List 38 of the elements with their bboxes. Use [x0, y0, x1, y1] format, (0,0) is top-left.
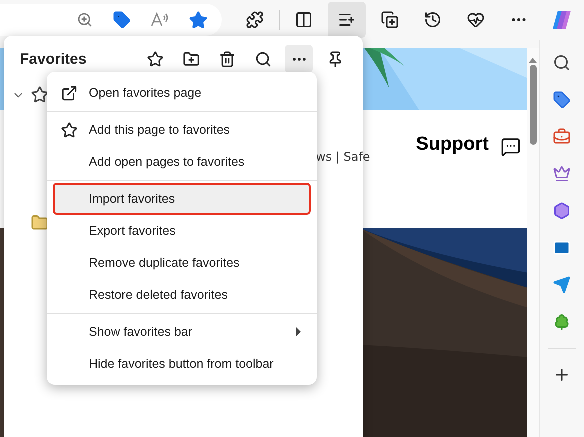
- collections-icon[interactable]: [381, 11, 399, 29]
- star-add-icon: [61, 122, 78, 138]
- history-icon[interactable]: [424, 11, 442, 29]
- tag-button[interactable]: [551, 89, 573, 111]
- copilot-icon[interactable]: [551, 9, 573, 31]
- menu-item[interactable]: Add this page to favorites: [53, 114, 311, 146]
- open-external-icon: [61, 84, 78, 102]
- tag-icon[interactable]: [113, 11, 131, 29]
- heart-pulse-icon[interactable]: [467, 11, 485, 29]
- menu-item[interactable]: Remove duplicate favorites: [53, 247, 311, 279]
- folder-icon: [31, 214, 49, 232]
- read-aloud-icon[interactable]: [151, 12, 169, 28]
- menu-item[interactable]: Show favorites bar: [53, 316, 311, 348]
- menu-item[interactable]: Open favorites page: [53, 77, 311, 109]
- star-icon[interactable]: [146, 50, 164, 68]
- zoom-icon[interactable]: [77, 12, 93, 28]
- support-heading: Support: [416, 134, 489, 156]
- chat-icon[interactable]: [501, 137, 521, 157]
- favorites-button[interactable]: [328, 2, 366, 38]
- search-icon[interactable]: [254, 50, 272, 68]
- more-options-button[interactable]: [285, 45, 313, 73]
- star-icon[interactable]: [189, 10, 208, 30]
- menu-item[interactable]: Restore deleted favorites: [53, 279, 311, 311]
- star-icon: [31, 86, 49, 104]
- menu-item[interactable]: Hide favorites button from toolbar: [53, 348, 311, 380]
- scrollbar-thumb[interactable]: [530, 65, 536, 145]
- favorite-link[interactable]: ws | Safe: [316, 150, 370, 164]
- folder-plus-icon[interactable]: [182, 50, 200, 68]
- favorites-icon[interactable]: [338, 11, 356, 29]
- trash-icon[interactable]: [218, 50, 236, 68]
- send-button[interactable]: [551, 274, 573, 296]
- panel-title: Favorites: [20, 50, 88, 68]
- extensions-icon[interactable]: [246, 11, 264, 29]
- menu-item[interactable]: Export favorites: [53, 215, 311, 247]
- split-screen-icon[interactable]: [295, 11, 313, 29]
- plus-icon[interactable]: [553, 366, 571, 384]
- menu-item[interactable]: Import favorites: [53, 183, 311, 215]
- menu-item[interactable]: Add open pages to favorites: [53, 146, 311, 178]
